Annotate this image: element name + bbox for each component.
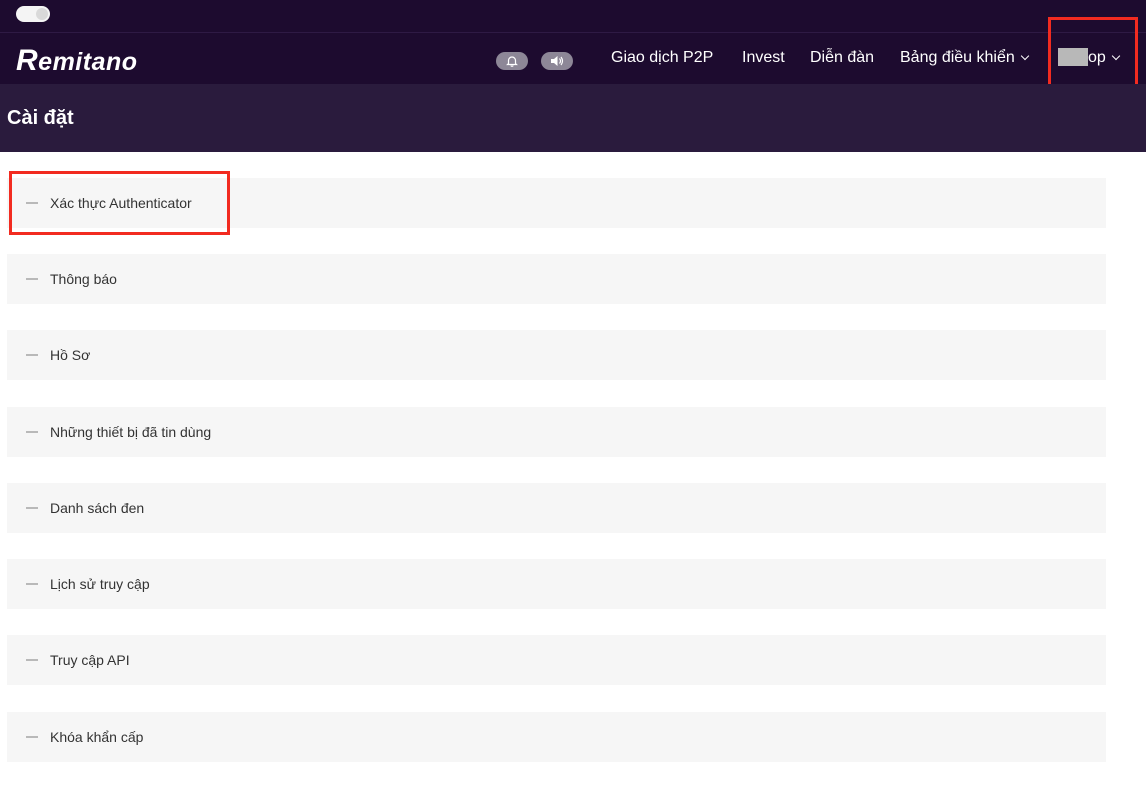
settings-item-emergency-lock[interactable]: Khóa khẩn cấp: [7, 712, 1106, 762]
settings-item-label: Hồ Sơ: [50, 347, 91, 363]
bell-icon: [506, 56, 518, 67]
settings-item-blacklist[interactable]: Danh sách đen: [7, 483, 1106, 533]
collapse-icon: [26, 507, 38, 509]
nav-dashboard-menu[interactable]: Bảng điều khiển: [900, 49, 1030, 67]
collapse-icon: [26, 354, 38, 356]
navbar: Remitano Giao dịch P2P Invest Diễn đàn B…: [0, 32, 1146, 84]
settings-item-label: Khóa khẩn cấp: [50, 729, 144, 745]
logo-text: emitano: [38, 48, 138, 76]
settings-item-label: Thông báo: [50, 271, 117, 287]
nav-dashboard-label: Bảng điều khiển: [900, 49, 1015, 66]
settings-item-api-access[interactable]: Truy cập API: [7, 635, 1106, 685]
nav-invest[interactable]: Invest: [742, 49, 785, 67]
collapse-icon: [26, 736, 38, 738]
settings-item-label: Lịch sử truy cập: [50, 576, 150, 592]
logo[interactable]: Remitano: [16, 44, 138, 78]
nav-p2p-trading[interactable]: Giao dịch P2P: [611, 49, 713, 67]
theme-toggle[interactable]: [16, 6, 50, 22]
logo-initial: R: [16, 44, 39, 77]
authenticator-highlight: [9, 171, 230, 235]
nav-forum[interactable]: Diễn đàn: [810, 49, 874, 67]
collapse-icon: [26, 659, 38, 661]
collapse-icon: [26, 278, 38, 280]
settings-item-access-history[interactable]: Lịch sử truy cập: [7, 559, 1106, 609]
settings-item-notifications[interactable]: Thông báo: [7, 254, 1106, 304]
settings-item-label: Truy cập API: [50, 652, 130, 668]
collapse-icon: [26, 583, 38, 585]
settings-item-trusted-devices[interactable]: Những thiết bị đã tin dùng: [7, 407, 1106, 457]
speaker-icon: [551, 56, 564, 66]
chevron-down-icon: [1020, 51, 1030, 61]
top-strip: [0, 0, 1146, 32]
settings-item-profile[interactable]: Hồ Sơ: [7, 330, 1106, 380]
page-header: Cài đặt: [0, 84, 1146, 152]
settings-item-label: Những thiết bị đã tin dùng: [50, 424, 212, 440]
page-title: Cài đặt: [7, 107, 74, 129]
notification-button[interactable]: [496, 52, 528, 70]
sound-button[interactable]: [541, 52, 573, 70]
settings-item-label: Danh sách đen: [50, 500, 145, 516]
collapse-icon: [26, 431, 38, 433]
